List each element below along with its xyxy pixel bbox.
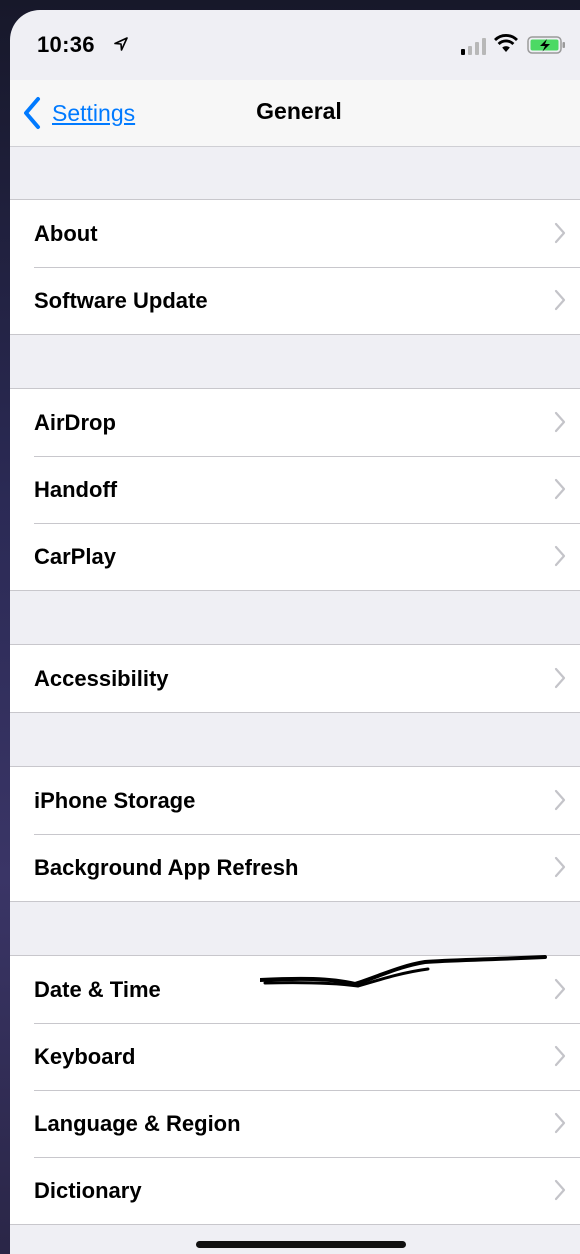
settings-row-iphone-storage[interactable]: iPhone Storage (10, 767, 580, 834)
cellular-signal-icon (461, 38, 486, 55)
settings-row-airdrop[interactable]: AirDrop (10, 389, 580, 456)
row-label: AirDrop (34, 409, 116, 435)
location-arrow-icon (114, 37, 128, 51)
section-gap (10, 335, 580, 388)
row-label: Background App Refresh (34, 854, 299, 880)
chevron-right-icon (554, 1112, 566, 1134)
chevron-right-icon (554, 789, 566, 811)
row-label: Language & Region (34, 1110, 241, 1136)
row-label: Keyboard (34, 1043, 136, 1069)
chevron-right-icon (554, 545, 566, 567)
row-label: Dictionary (34, 1177, 142, 1203)
chevron-right-icon (554, 667, 566, 689)
settings-row-dictionary[interactable]: Dictionary (10, 1157, 580, 1224)
row-label: Date & Time (34, 976, 161, 1002)
home-indicator[interactable] (196, 1241, 406, 1248)
chevron-right-icon (554, 478, 566, 500)
settings-row-background-app-refresh[interactable]: Background App Refresh (10, 834, 580, 901)
row-label: Software Update (34, 287, 208, 313)
settings-row-accessibility[interactable]: Accessibility (10, 645, 580, 712)
chevron-right-icon (554, 1179, 566, 1201)
settings-row-handoff[interactable]: Handoff (10, 456, 580, 523)
section-gap (10, 147, 580, 199)
section-gap (10, 591, 580, 644)
chevron-right-icon (554, 222, 566, 244)
settings-screen: 10:36 Settings General About Software Up… (10, 10, 580, 1254)
navigation-bar: Settings General (10, 80, 580, 147)
settings-group: AirDrop Handoff CarPlay (10, 388, 580, 591)
row-label: iPhone Storage (34, 787, 196, 813)
settings-row-language-region[interactable]: Language & Region (10, 1090, 580, 1157)
page-title: General (256, 98, 342, 124)
handwritten-scribble-annotation (260, 955, 547, 988)
section-gap (10, 713, 580, 766)
settings-group: About Software Update (10, 199, 580, 335)
row-label: Handoff (34, 476, 118, 502)
settings-row-about[interactable]: About (10, 200, 580, 267)
settings-group: Accessibility (10, 644, 580, 713)
chevron-right-icon (554, 411, 566, 433)
status-bar: 10:36 (10, 10, 580, 80)
battery-charging-icon (527, 36, 565, 54)
settings-row-carplay[interactable]: CarPlay (10, 523, 580, 590)
status-time: 10:36 (37, 32, 95, 57)
settings-row-keyboard[interactable]: Keyboard (10, 1023, 580, 1090)
settings-group: iPhone Storage Background App Refresh (10, 766, 580, 902)
row-label: Accessibility (34, 665, 169, 691)
row-label: CarPlay (34, 543, 116, 569)
settings-row-software-update[interactable]: Software Update (10, 267, 580, 334)
chevron-right-icon (554, 289, 566, 311)
settings-list: About Software Update AirDrop Handoff Ca… (10, 147, 580, 1225)
chevron-right-icon (554, 1045, 566, 1067)
row-label: About (34, 220, 98, 246)
chevron-right-icon (554, 856, 566, 878)
wifi-icon (494, 34, 518, 52)
